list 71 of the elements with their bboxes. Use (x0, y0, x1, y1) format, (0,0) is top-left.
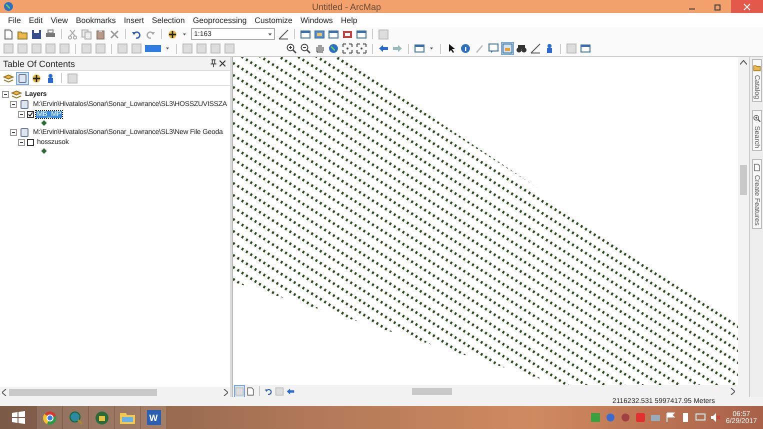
muted-speaker-icon[interactable] (710, 412, 721, 423)
menu-item[interactable]: Windows (296, 16, 337, 24)
close-button[interactable] (731, 0, 763, 13)
pan-hand-icon[interactable] (314, 43, 325, 54)
menu-item[interactable]: Help (336, 16, 362, 24)
window-title: Untitled - ArcMap (310, 2, 382, 12)
scroll-thumb[interactable] (412, 388, 452, 394)
scroll-left-icon[interactable] (2, 388, 7, 396)
taskbar-app[interactable] (115, 406, 140, 429)
point-symbol-icon (41, 120, 47, 126)
back-arrow-icon[interactable] (378, 43, 389, 54)
taskbar-app[interactable]: W (141, 406, 166, 429)
menu-item[interactable]: Bookmarks (72, 16, 120, 24)
taskbar-app[interactable] (89, 406, 114, 429)
windows-logo-icon[interactable] (12, 411, 24, 424)
binoculars-icon[interactable] (516, 43, 527, 54)
expand-toggle[interactable] (2, 90, 9, 98)
zoom-out-icon[interactable] (300, 43, 311, 54)
layout-view-icon[interactable] (502, 43, 513, 54)
layer-checkbox[interactable] (27, 138, 34, 146)
expand-toggle[interactable] (18, 110, 25, 118)
menu-item[interactable]: File (4, 16, 25, 24)
window-icon[interactable] (328, 28, 339, 40)
color-swatch[interactable] (145, 45, 161, 52)
layer-checkbox[interactable] (27, 110, 34, 118)
list-by-drawing-order-icon[interactable] (3, 72, 14, 84)
app-globe-icon (3, 1, 14, 12)
expand-toggle[interactable] (10, 100, 17, 108)
scroll-right-icon[interactable] (223, 388, 228, 396)
table-window-icon[interactable] (300, 28, 311, 40)
delete-icon[interactable] (109, 28, 120, 40)
menu-item[interactable]: Geoprocessing (188, 16, 251, 24)
save-icon[interactable] (31, 28, 42, 40)
panel-title: Table Of Contents (3, 58, 76, 68)
expand-toggle[interactable] (18, 138, 25, 146)
expand-toggle[interactable] (10, 128, 17, 136)
person-icon[interactable] (544, 43, 555, 54)
flag-icon[interactable] (664, 412, 676, 423)
scroll-thumb[interactable] (9, 388, 158, 396)
database-icon (19, 126, 30, 138)
layout-page-icon[interactable] (246, 386, 255, 396)
taskbar-app[interactable] (37, 406, 62, 429)
menu-item[interactable]: Edit (24, 16, 47, 24)
scroll-right-icon[interactable] (730, 388, 735, 394)
pointer-icon[interactable] (446, 43, 457, 54)
database-icon (19, 98, 30, 110)
full-extent-icon[interactable] (356, 43, 367, 54)
folder-icon[interactable] (120, 411, 135, 424)
restore-icon[interactable] (714, 2, 722, 10)
speech-bubble-icon[interactable] (488, 43, 499, 54)
full-extent-icon[interactable] (342, 43, 353, 54)
identify-icon[interactable] (460, 43, 471, 54)
add-data-icon[interactable] (167, 28, 178, 40)
close-icon[interactable] (218, 58, 227, 69)
window-icon[interactable] (356, 28, 367, 40)
zoom-in-icon[interactable] (286, 43, 297, 54)
layers-icon (11, 88, 22, 100)
browser-icon[interactable] (42, 410, 56, 424)
menu-item[interactable]: View (46, 16, 72, 24)
window-icon[interactable] (580, 43, 591, 54)
scroll-up-icon[interactable] (740, 60, 747, 65)
print-icon[interactable] (45, 28, 56, 40)
undo-icon[interactable] (131, 28, 142, 40)
map-window-icon[interactable] (314, 28, 325, 40)
paste-icon[interactable] (95, 28, 106, 40)
pin-icon[interactable] (209, 58, 218, 69)
menu-item[interactable]: Customize (250, 16, 296, 24)
scroll-thumb[interactable] (740, 165, 747, 195)
point-symbol-icon (41, 148, 47, 154)
menu-item[interactable]: Selection (148, 16, 189, 24)
menu-item[interactable]: Insert (120, 16, 148, 24)
